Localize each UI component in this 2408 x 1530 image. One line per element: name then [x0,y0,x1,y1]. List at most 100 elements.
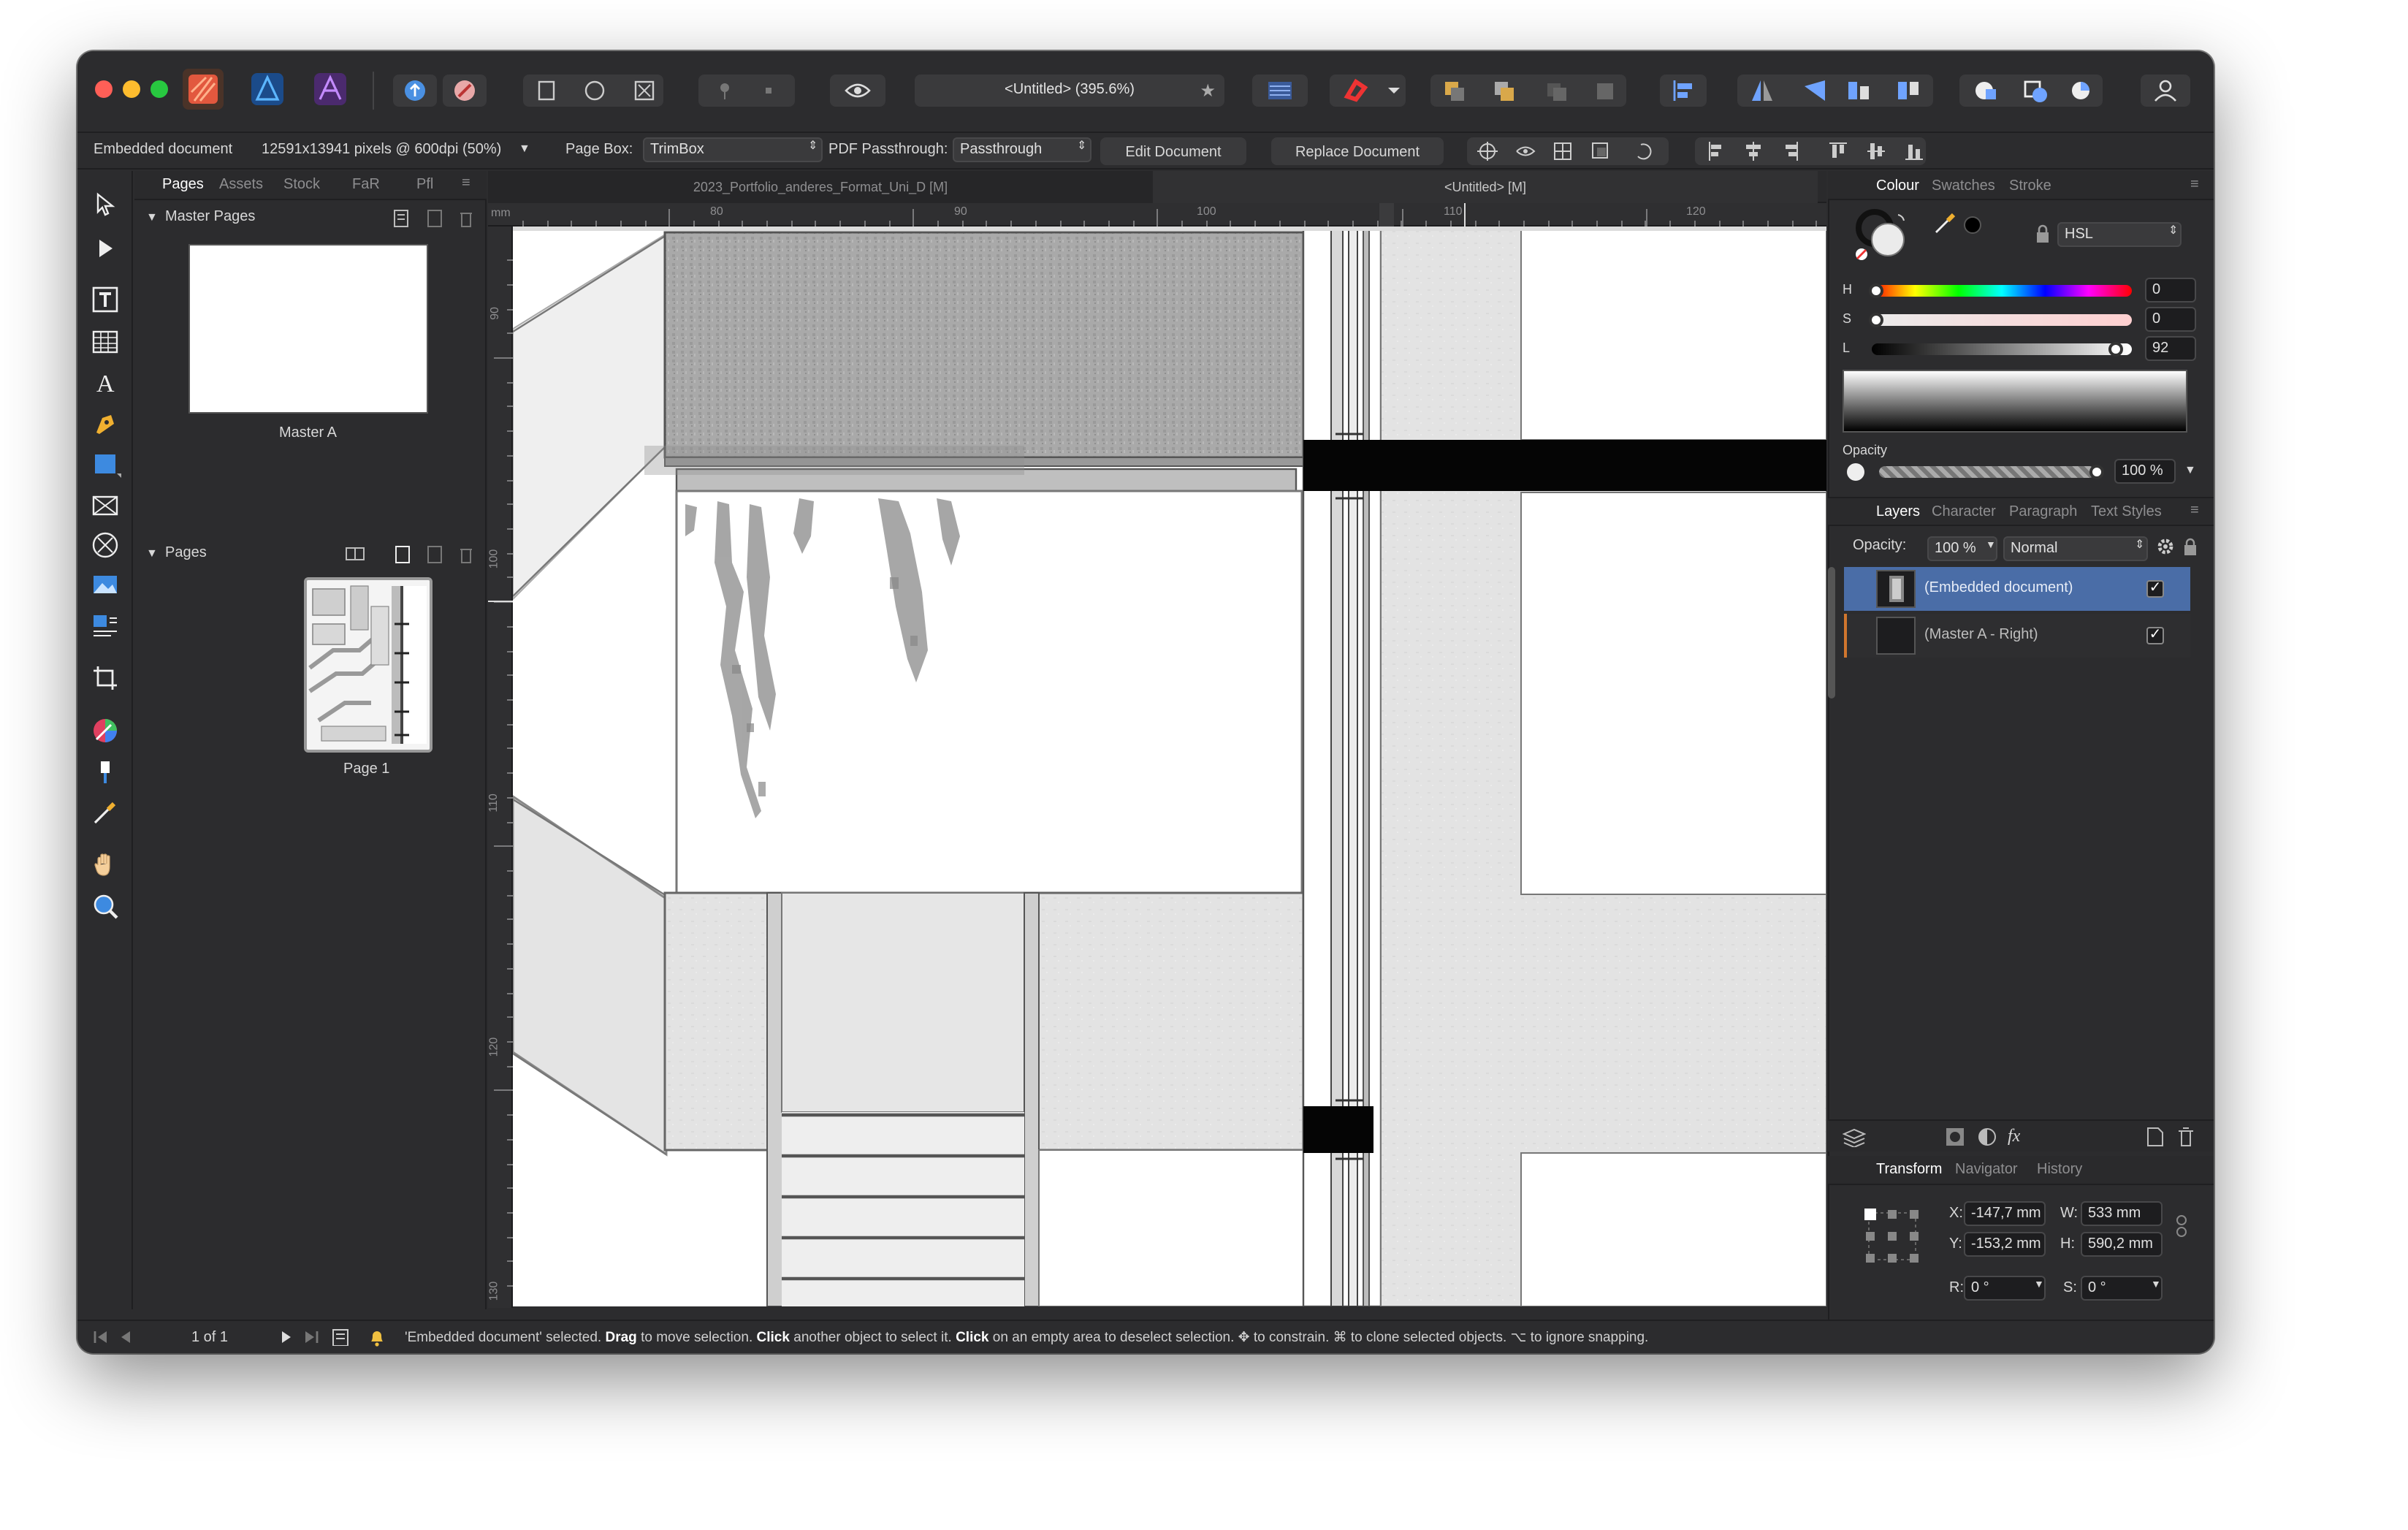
view-tool-icon[interactable] [91,850,120,880]
master-page-options-icon[interactable] [390,208,478,228]
tab-stroke[interactable]: Stroke [2009,178,2051,194]
designer-persona-icon[interactable] [247,69,288,110]
frame-text-tool-icon[interactable] [91,285,120,314]
picked-colour-swatch[interactable] [1964,216,1981,234]
tab-untitled-document[interactable]: <Untitled> [M] [1153,171,1818,203]
boolean-icon[interactable] [1959,75,2103,107]
lightness-slider[interactable] [1872,343,2132,355]
pin-icon[interactable] [698,75,795,107]
colour-gradient-preview[interactable] [1843,370,2187,433]
last-page-icon[interactable] [302,1330,320,1344]
hue-value[interactable]: 0 [2145,278,2196,302]
tab-far[interactable]: FaR [352,177,380,193]
master-layer-visibility-checkbox[interactable]: ✓ [2146,627,2164,644]
pdf-passthrough-select[interactable]: Passthrough [953,137,1091,162]
tab-assets[interactable]: Assets [219,177,263,193]
eyedropper-icon[interactable] [1933,212,1956,235]
lock-icon[interactable] [2034,224,2051,244]
crop-tool-icon[interactable] [91,663,120,693]
tab-stock[interactable]: Stock [283,177,320,193]
tab-text-styles[interactable]: Text Styles [2091,504,2162,520]
snapping-magnet-icon[interactable] [1330,75,1406,107]
flip-icon[interactable] [1737,75,1933,107]
close-window-button[interactable] [95,80,113,98]
add-layer-icon[interactable] [2146,1127,2164,1147]
blend-mode-select[interactable]: Normal [2003,536,2148,561]
shear-dropdown-icon[interactable]: ▼ [2151,1280,2161,1290]
mask-icon[interactable] [1945,1127,1965,1147]
layer-row-master[interactable]: (Master A - Right) ✓ [1844,614,2190,658]
dimensions-dropdown-icon[interactable]: ▼ [519,142,530,155]
first-page-icon[interactable] [92,1330,110,1344]
lightness-value[interactable]: 92 [2145,336,2196,361]
rotation-dropdown-icon[interactable]: ▼ [2034,1280,2044,1290]
tab-swatches[interactable]: Swatches [1932,178,1995,194]
layer-settings-gear-icon[interactable] [2155,536,2176,557]
page-options-icon[interactable] [343,544,478,564]
image-crop-tool-icon[interactable] [91,611,120,640]
master-thumbnail[interactable] [188,244,428,414]
w-field[interactable]: 533 mm [2081,1201,2163,1226]
clip-icon[interactable] [1252,75,1308,107]
layer-visibility-checkbox[interactable]: ✓ [2146,580,2164,598]
anchor-point-selector-icon[interactable] [1863,1207,1921,1266]
hue-slider[interactable] [1872,285,2132,297]
h-field[interactable]: 590,2 mm [2081,1232,2163,1257]
fx-icon[interactable]: fx [2008,1125,2020,1147]
page-spread-icon[interactable] [332,1328,349,1346]
pages-collapse-triangle-icon[interactable]: ▼ [146,547,158,560]
opacity-slider[interactable] [1879,466,2095,478]
saturation-value[interactable]: 0 [2145,307,2196,332]
fill-stroke-well-icon[interactable] [1854,208,1916,269]
publisher-persona-icon[interactable] [183,69,224,110]
link-proportions-icon[interactable] [2176,1214,2187,1238]
share-icon[interactable] [393,75,437,107]
tab-portfolio-document[interactable]: 2023_Portfolio_anderes_Format_Uni_D [M] [488,171,1153,203]
adjustment-icon[interactable] [1977,1127,1997,1147]
opacity-slider-knob[interactable] [2089,465,2104,479]
transform-origin-icon[interactable] [1467,137,1669,165]
notification-bell-icon[interactable] [368,1327,386,1347]
pen-tool-icon[interactable] [91,409,120,438]
opacity-dropdown-icon[interactable]: ▼ [2184,463,2196,476]
transparency-tool-icon[interactable] [91,757,120,786]
photo-persona-icon[interactable] [310,69,351,110]
place-image-tool-icon[interactable] [91,570,120,599]
move-tool-icon[interactable] [92,191,118,218]
edit-document-button[interactable]: Edit Document [1100,137,1246,165]
rectangle-tool-icon[interactable] [91,450,123,479]
artistic-text-tool-icon[interactable]: A [91,368,120,397]
macro-icon[interactable] [443,75,487,107]
account-icon[interactable] [2141,75,2190,107]
view-mode-icon[interactable] [830,75,885,107]
panel-menu-icon[interactable]: ≡ [462,175,470,191]
preflight-icon[interactable] [523,75,663,107]
y-field[interactable]: -153,2 mm [1964,1232,2046,1257]
tab-layers[interactable]: Layers [1876,504,1920,520]
layer-lock-icon[interactable] [2183,538,2198,557]
layer-row-embedded-document[interactable]: (Embedded document) ✓ [1844,567,2190,611]
hue-slider-knob[interactable] [1869,283,1883,298]
layer-stack-icon[interactable] [1843,1127,1866,1147]
saturation-slider-knob[interactable] [1869,313,1883,327]
embedded-document-artwork[interactable] [513,227,1826,1306]
x-field[interactable]: -147,7 mm [1964,1201,2046,1226]
collapse-triangle-icon[interactable]: ▼ [146,210,158,224]
fill-tool-icon[interactable] [91,716,120,745]
arrange-icon[interactable] [1430,75,1626,107]
next-page-icon[interactable] [279,1330,294,1344]
document-canvas[interactable] [513,227,1826,1306]
tab-history[interactable]: History [2037,1162,2082,1178]
lightness-slider-knob[interactable] [2108,342,2123,357]
layers-panel-menu-icon[interactable]: ≡ [2190,503,2199,519]
picture-frame-tool-icon[interactable] [91,491,120,520]
horizontal-ruler[interactable]: mm 80 90 100 110 120 [488,203,1826,227]
tab-colour[interactable]: Colour [1876,178,1919,194]
ellipse-frame-tool-icon[interactable] [91,530,120,560]
colour-model-select[interactable]: HSL [2057,222,2182,247]
table-tool-icon[interactable] [91,327,120,357]
delete-layer-icon[interactable] [2177,1127,2195,1147]
distribute-icon[interactable] [1695,137,1926,165]
zoom-window-button[interactable] [150,80,168,98]
tab-transform[interactable]: Transform [1876,1162,1942,1178]
